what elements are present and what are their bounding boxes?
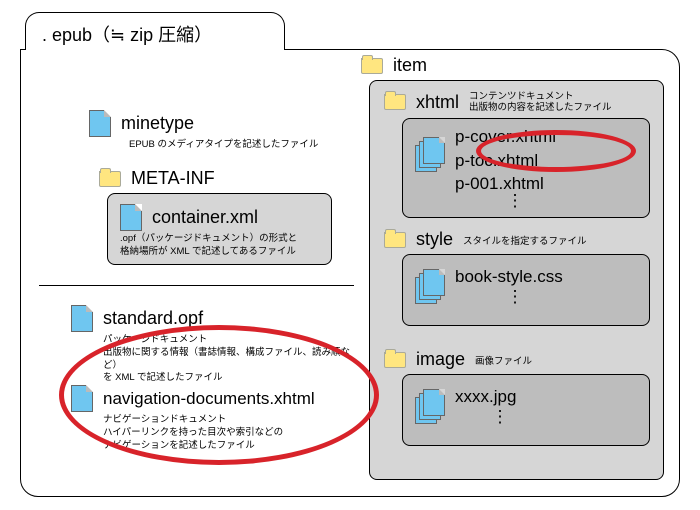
container-desc: .opf（パッケージドキュメント）の形式と 格納場所が XML で記述してあるフ… — [120, 233, 319, 259]
image-folder: image — [416, 349, 465, 370]
style-folder: style — [416, 229, 453, 250]
minetype-block: minetype EPUB のメディアタイプを記述したファイル — [89, 110, 318, 152]
folder-icon — [361, 58, 383, 74]
root-tab-label: . epub（≒ zip 圧縮） — [42, 25, 212, 45]
style-desc: スタイルを指定するファイル — [463, 233, 587, 247]
standard-block: standard.opf パッケージドキュメント 出版物に関する情報（書誌情報、… — [71, 305, 361, 385]
nav-block: navigation-documents.xhtml ナビゲーションドキュメント… — [71, 385, 361, 452]
item-box: xhtml コンテンツドキュメント 出版物の内容を記述したファイル p-cove… — [369, 80, 664, 480]
item-header: item — [361, 55, 427, 76]
nav-desc2: ハイパーリンクを持った目次や索引などの ナビゲーションを記述したファイル — [103, 427, 361, 453]
divider — [39, 285, 354, 286]
xhtml-dots: ⋮ — [455, 196, 575, 206]
xhtml-file-1: p-toc.xhtml — [455, 149, 575, 173]
file-icon — [120, 204, 142, 231]
meta-inf-folder-label: META-INF — [131, 168, 215, 189]
minetype-desc: EPUB のメディアタイプを記述したファイル — [129, 139, 318, 152]
item-folder-label: item — [393, 55, 427, 76]
style-block: style スタイルを指定するファイル book-style.css ⋮ — [384, 229, 654, 322]
folder-icon — [384, 232, 406, 248]
xhtml-file-0: p-cover.xhtml — [455, 125, 575, 149]
file-icon — [71, 385, 93, 412]
meta-inf-block: META-INF container.xml .opf（パッケージドキュメント）… — [89, 168, 339, 261]
outer-container: minetype EPUB のメディアタイプを記述したファイル META-INF… — [20, 49, 680, 497]
image-file: xxxx.jpg — [455, 387, 545, 407]
image-dots: ⋮ — [455, 407, 545, 427]
xhtml-folder: xhtml — [416, 92, 459, 113]
file-icon — [89, 110, 111, 137]
style-file: book-style.css — [455, 267, 575, 287]
xhtml-desc: コンテンツドキュメント 出版物の内容を記述したファイル — [469, 91, 612, 114]
minetype-label: minetype — [121, 113, 194, 134]
nav-desc1: ナビゲーションドキュメント — [103, 414, 361, 427]
nav-file: navigation-documents.xhtml — [103, 389, 315, 409]
container-file: container.xml — [152, 207, 258, 228]
image-desc: 画像ファイル — [475, 353, 532, 367]
file-icon — [71, 305, 93, 332]
file-stack-icon — [415, 389, 443, 419]
file-stack-icon — [415, 269, 443, 299]
standard-file: standard.opf — [103, 308, 203, 329]
folder-icon — [99, 171, 121, 187]
folder-icon — [384, 352, 406, 368]
root-tab: . epub（≒ zip 圧縮） — [25, 12, 285, 50]
file-stack-icon — [415, 137, 443, 167]
standard-desc1: パッケージドキュメント — [103, 334, 361, 347]
standard-desc2: 出版物に関する情報（書誌情報、構成ファイル、読み順など） を XML で記述した… — [103, 347, 361, 385]
folder-icon — [384, 94, 406, 110]
image-block: image 画像ファイル xxxx.jpg ⋮ — [384, 349, 654, 442]
style-dots: ⋮ — [455, 287, 575, 307]
xhtml-block: xhtml コンテンツドキュメント 出版物の内容を記述したファイル p-cove… — [384, 91, 654, 214]
